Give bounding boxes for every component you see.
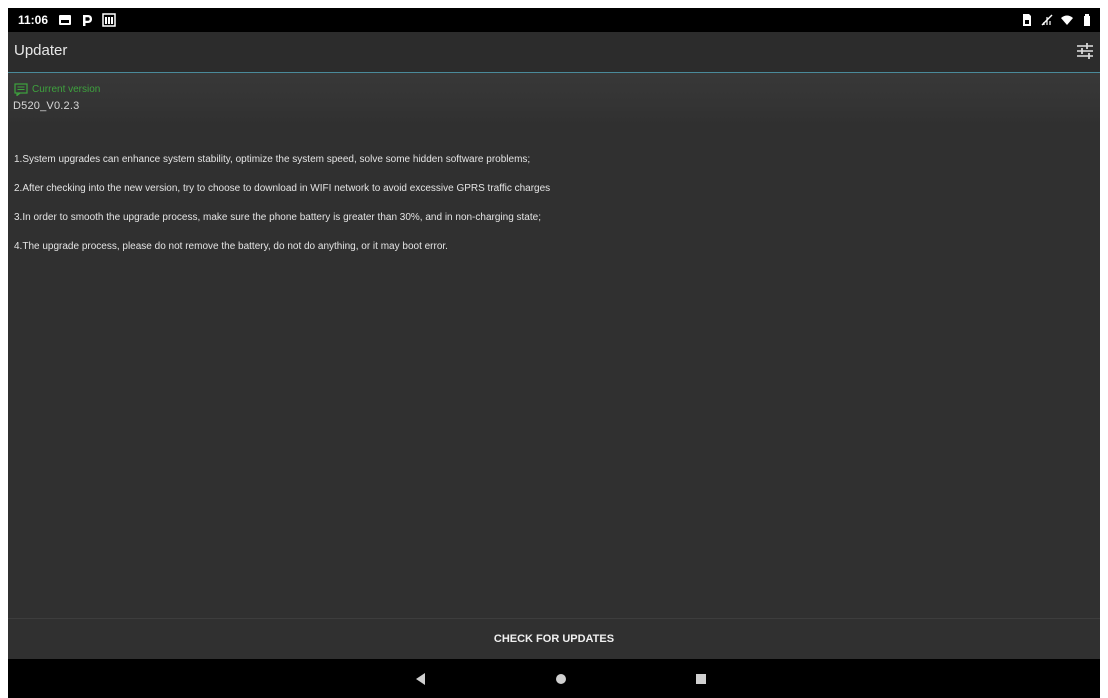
calendar-notification-icon [102,13,116,27]
version-doc-icon [14,83,28,96]
check-for-updates-button[interactable]: CHECK FOR UPDATES [8,619,1100,659]
app-title: Updater [14,42,68,59]
app-bar: Updater [8,32,1100,72]
device-screen: 11:06 Updater Current version D520_V0.2.… [8,8,1100,698]
image-notification-icon [59,15,71,25]
wifi-icon [1061,15,1073,25]
upgrade-note-3: 3.In order to smooth the upgrade process… [14,212,541,223]
notification-icons [58,13,116,27]
system-status-icons [1020,13,1094,27]
home-icon[interactable] [553,671,569,687]
current-version-panel: Current version D520_V0.2.3 [8,73,1100,125]
battery-icon [1084,14,1090,26]
current-version-value: D520_V0.2.3 [13,100,80,112]
tune-settings-icon[interactable] [1074,40,1096,62]
p-app-notification-icon [83,15,92,26]
recents-icon[interactable] [693,671,709,687]
no-signal-icon [1041,14,1053,26]
navigation-bar [8,659,1100,698]
upgrade-note-1: 1.System upgrades can enhance system sta… [14,154,531,165]
back-icon[interactable] [413,671,429,687]
upgrade-note-4: 4.The upgrade process, please do not rem… [14,241,448,252]
status-bar: 11:06 [8,8,1100,32]
sim-icon [1023,14,1031,26]
upgrade-note-2: 2.After checking into the new version, t… [14,183,551,194]
status-time: 11:06 [18,13,49,27]
current-version-label: Current version [32,84,101,95]
